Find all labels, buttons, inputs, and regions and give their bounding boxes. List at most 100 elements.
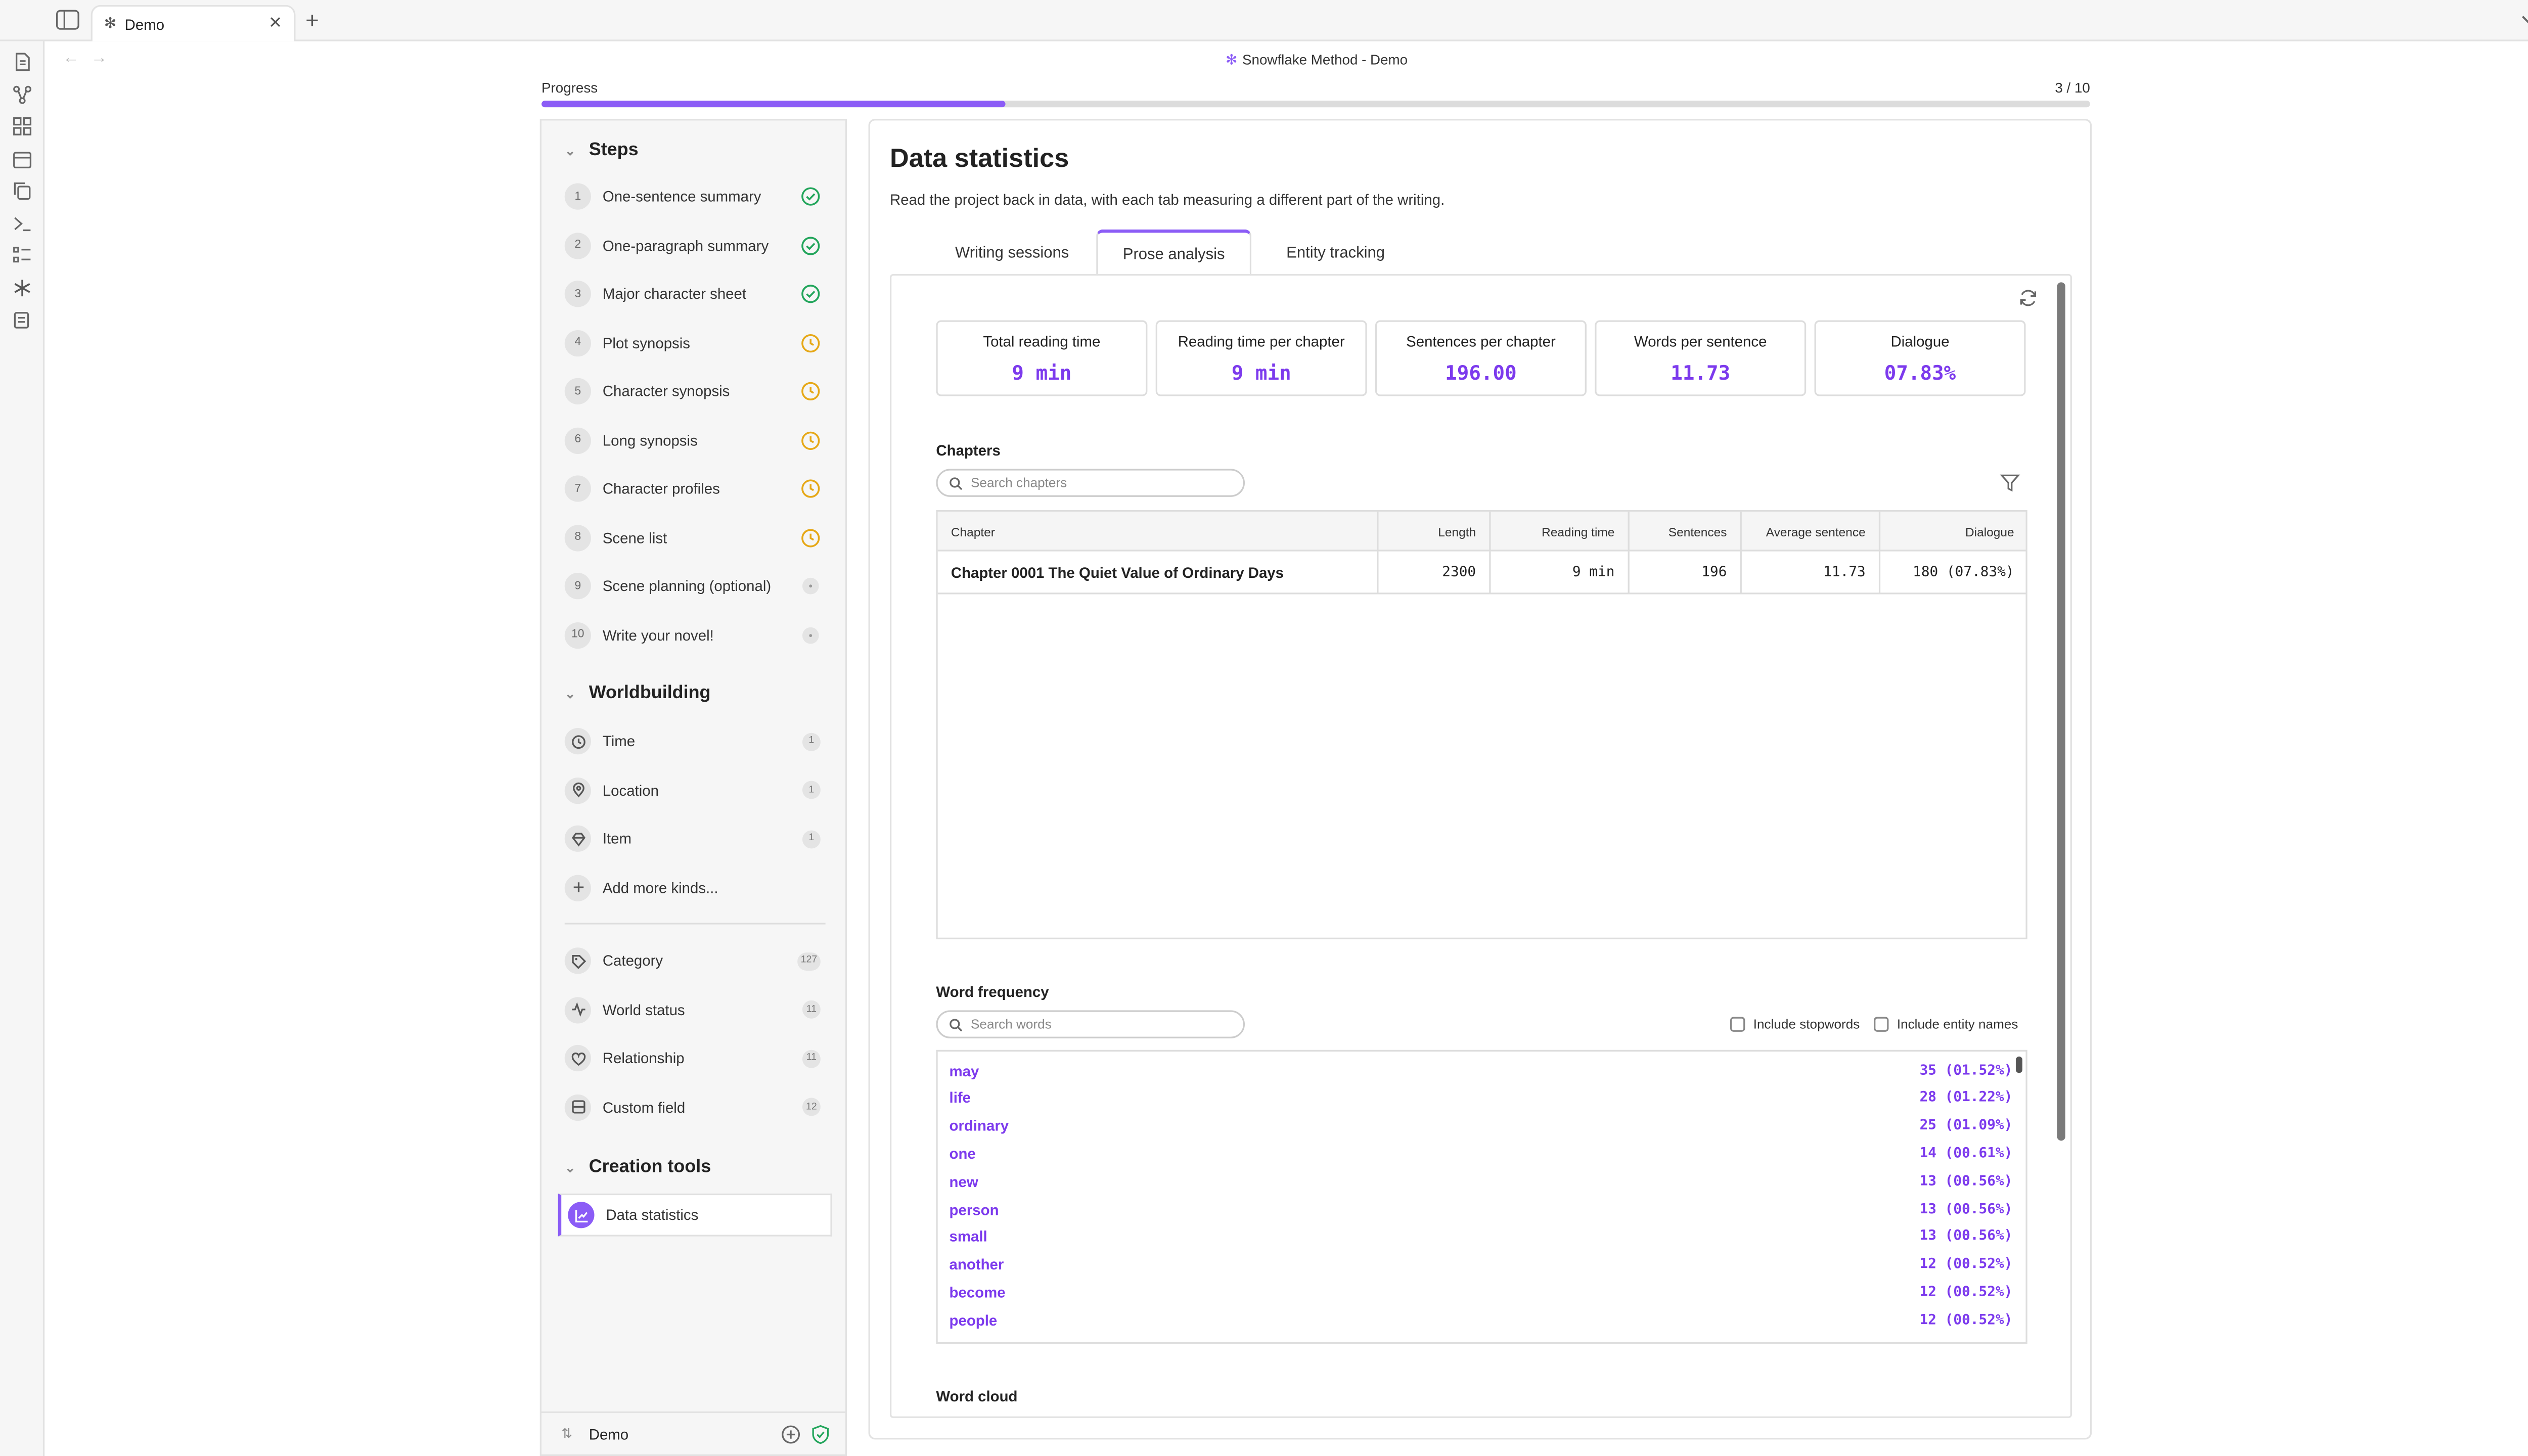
close-tab-icon[interactable]: ✕ — [268, 15, 282, 33]
list-item[interactable]: may 35 (01.52%) — [950, 1057, 2013, 1085]
step-item-4[interactable]: 4 Plot synopsis — [564, 325, 831, 361]
checkbox-box[interactable] — [1874, 1017, 1889, 1032]
step-item-9[interactable]: 9 Scene planning (optional) — [564, 568, 831, 604]
column-header[interactable]: Chapter — [938, 512, 1379, 552]
list-item[interactable]: one 14 (00.61%) — [950, 1140, 2013, 1168]
step-number: 4 — [564, 329, 591, 356]
table-cell: 180 (07.83%) — [1913, 564, 2014, 581]
step-item-8[interactable]: 8 Scene list — [564, 519, 831, 556]
shield-check-icon[interactable] — [810, 1425, 830, 1444]
tab-prose-analysis[interactable]: Prose analysis — [1096, 229, 1252, 276]
sidebar-toggle-icon[interactable] — [56, 10, 79, 30]
step-label: Character synopsis — [602, 383, 730, 400]
chapters-table: Chapter Length Reading time Sentences Averag… — [936, 510, 2027, 939]
step-item-1[interactable]: 1 One-sentence summary — [564, 178, 831, 215]
snowflake-icon: ✻ — [104, 15, 117, 32]
include-entity-names-checkbox[interactable]: Include entity names — [1874, 1017, 2018, 1032]
stat-value: 9 min — [1012, 361, 1072, 385]
column-header[interactable]: Reading time — [1491, 512, 1630, 552]
graph-icon[interactable] — [13, 85, 32, 104]
sidebar-item-world-status[interactable]: World status 11 — [564, 991, 831, 1028]
list-item[interactable]: become 12 (00.52%) — [950, 1279, 2013, 1307]
tab-writing-sessions[interactable]: Writing sessions — [933, 231, 1091, 274]
sidebar-item-location[interactable]: Location 1 — [564, 772, 831, 808]
step-item-2[interactable]: 2 One-paragraph summary — [564, 227, 831, 263]
sidebar-item-label: World status — [602, 1001, 685, 1018]
word-count: 12 (00.52%) — [1919, 1284, 2013, 1301]
left-ribbon — [0, 41, 45, 1456]
column-header[interactable]: Dialogue — [1880, 512, 2027, 551]
list-item[interactable]: people 12 (00.52%) — [950, 1306, 2013, 1334]
list-item[interactable]: small 13 (00.56%) — [950, 1223, 2013, 1251]
filter-icon[interactable] — [2000, 474, 2020, 492]
step-number: 2 — [564, 232, 591, 259]
column-header[interactable]: Average sentence — [1742, 512, 1881, 552]
snowflake-plugin-icon[interactable] — [13, 279, 31, 297]
vault-switcher[interactable]: ⇅ Demo — [541, 1411, 845, 1454]
new-tab-button[interactable]: + — [305, 7, 319, 33]
progress-clock-icon — [801, 479, 821, 498]
step-label: Scene list — [602, 529, 667, 546]
include-stopwords-checkbox[interactable]: Include stopwords — [1730, 1017, 1860, 1032]
check-circle-icon — [801, 187, 821, 206]
word-count: 28 (01.22%) — [1919, 1090, 2013, 1107]
chevron-down-icon[interactable] — [2519, 10, 2528, 30]
sidebar-item-category[interactable]: Category 127 — [564, 942, 831, 979]
step-item-7[interactable]: 7 Character profiles — [564, 471, 831, 507]
steps-section-header[interactable]: ⌄ Steps — [565, 141, 639, 160]
step-item-3[interactable]: 3 Major character sheet — [564, 276, 831, 312]
count-badge: 11 — [802, 1049, 821, 1068]
list-item[interactable]: ordinary 25 (01.09%) — [950, 1112, 2013, 1140]
tab-entity-tracking[interactable]: Entity tracking — [1256, 231, 1415, 274]
step-number: 9 — [564, 573, 591, 600]
sidebar-item-relationship[interactable]: Relationship 11 — [564, 1040, 831, 1076]
words-search-input[interactable]: Search words — [936, 1010, 1245, 1038]
sidebar-item-label: Location — [602, 782, 659, 798]
sidebar-item-item[interactable]: Item 1 — [564, 821, 831, 857]
chapters-search-input[interactable]: Search chapters — [936, 469, 1245, 497]
worldbuilding-section-header[interactable]: ⌄ Worldbuilding — [565, 684, 711, 703]
sidebar-item-label: Custom field — [602, 1099, 686, 1115]
file-icon[interactable] — [13, 53, 31, 71]
step-label: Major character sheet — [602, 285, 747, 302]
list-item[interactable]: another 12 (00.52%) — [950, 1251, 2013, 1279]
step-item-5[interactable]: 5 Character synopsis — [564, 373, 831, 410]
sidebar-item-custom-field[interactable]: Custom field 12 — [564, 1088, 831, 1125]
tab-demo[interactable]: ✻ Demo ✕ — [91, 5, 296, 41]
list-icon[interactable] — [13, 246, 31, 264]
copy-icon[interactable] — [13, 181, 31, 200]
list-item[interactable]: life 28 (01.22%) — [950, 1084, 2013, 1113]
checkbox-box[interactable] — [1730, 1017, 1745, 1032]
plus-icon — [564, 874, 591, 901]
gem-icon — [564, 825, 591, 852]
content-scrollbar[interactable] — [2057, 282, 2065, 1141]
progress-clock-icon — [801, 430, 821, 450]
grid-icon[interactable] — [13, 117, 32, 135]
step-label: One-paragraph summary — [602, 237, 769, 254]
help-icon[interactable] — [781, 1425, 800, 1444]
step-item-10[interactable]: 10 Write your novel! — [564, 617, 831, 653]
step-item-6[interactable]: 6 Long synopsis — [564, 422, 831, 458]
list-item[interactable]: person 13 (00.56%) — [950, 1195, 2013, 1223]
stat-label: Dialogue — [1890, 333, 1950, 350]
pending-dot-icon — [801, 625, 821, 645]
calendar-icon[interactable] — [13, 150, 32, 169]
creation-tools-section-header[interactable]: ⌄ Creation tools — [565, 1157, 711, 1177]
search-icon — [950, 1018, 963, 1031]
document-stack-icon[interactable] — [13, 310, 31, 329]
table-row[interactable]: Chapter 0001 The Quiet Value of Ordinary… — [937, 551, 2026, 595]
word-list-scrollbar[interactable] — [2015, 1056, 2022, 1073]
terminal-icon[interactable] — [13, 214, 31, 233]
sidebar-item-add-more-kinds[interactable]: Add more kinds... — [564, 869, 831, 905]
column-header[interactable]: Length — [1379, 512, 1491, 552]
view-header: ← → ✻Snowflake Method - Demo ··· — [44, 41, 2528, 78]
sidebar-item-data-statistics[interactable]: Data statistics — [558, 1193, 832, 1237]
stat-label: Total reading time — [983, 333, 1101, 350]
sidebar-item-time[interactable]: Time 1 — [564, 723, 831, 759]
refresh-icon[interactable] — [2019, 289, 2037, 307]
column-header[interactable]: Sentences — [1630, 512, 1742, 552]
list-item[interactable]: new 13 (00.56%) — [950, 1167, 2013, 1196]
word: person — [949, 1201, 999, 1218]
progress-bar-fill — [541, 101, 1006, 108]
progress-clock-icon — [801, 527, 821, 547]
